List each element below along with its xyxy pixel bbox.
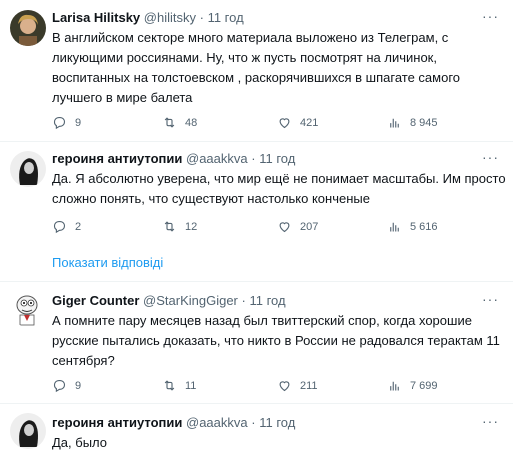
author-handle[interactable]: @aaakkva (186, 415, 248, 430)
tweet-actions: 9 48 421 8 945 (52, 115, 507, 131)
tweet-text: Да, было (52, 435, 108, 450)
retweet-button[interactable]: 12 (162, 219, 197, 234)
author-name[interactable]: героиня антиутопии (52, 151, 182, 166)
more-icon[interactable]: ··· (482, 291, 499, 307)
views-icon (390, 118, 399, 128)
reply-button[interactable]: 9 (52, 115, 81, 130)
author-name[interactable]: Larisa Hilitsky (52, 10, 140, 25)
like-count: 211 (300, 379, 318, 392)
like-button[interactable]: 211 (277, 378, 318, 393)
tweet-text: Да. Я абсолютно уверена, что мир ещё не … (52, 171, 506, 206)
views-count: 7 699 (410, 379, 438, 392)
tweet-header: героиня антиутопии @aaakkva · 11 год ··· (52, 149, 507, 166)
reply-icon (53, 116, 66, 130)
timestamp[interactable]: 11 год (208, 10, 244, 25)
reply-count: 2 (75, 220, 82, 233)
like-count: 207 (300, 220, 319, 233)
tweet-text: В английском секторе много материала выл… (52, 30, 461, 105)
reply-count: 9 (75, 379, 82, 392)
divider (0, 141, 513, 142)
separator-dot: · (241, 293, 246, 308)
author-name[interactable]: Giger Counter (52, 293, 139, 308)
reply-button[interactable]: 2 (52, 219, 81, 234)
divider (0, 281, 513, 282)
retweet-count: 48 (185, 116, 198, 129)
avatar[interactable] (10, 413, 46, 449)
reply-icon (53, 379, 66, 393)
author-handle[interactable]: @StarKingGiger (143, 293, 238, 308)
tweet-actions: 2 12 207 5 616 (52, 219, 507, 235)
retweet-button[interactable]: 11 (162, 378, 196, 393)
views-icon (390, 381, 399, 391)
views-icon (390, 222, 399, 232)
author-name[interactable]: героиня антиутопии (52, 415, 182, 430)
more-icon[interactable]: ··· (482, 149, 499, 165)
like-icon (279, 222, 290, 233)
author-handle[interactable]: @aaakkva (186, 151, 248, 166)
retweet-icon (164, 117, 175, 128)
timestamp[interactable]: 11 год (259, 415, 295, 430)
tweet-header: героиня антиутопии @aaakkva · 11 год ··· (52, 413, 507, 430)
like-button[interactable]: 421 (277, 115, 318, 130)
separator-dot: · (251, 415, 256, 430)
reply-button[interactable]: 9 (52, 378, 81, 393)
like-count: 421 (300, 116, 319, 129)
like-icon (279, 118, 290, 129)
timestamp[interactable]: 11 год (249, 293, 285, 308)
author-handle[interactable]: @hilitsky (144, 10, 196, 25)
reply-count: 9 (75, 116, 82, 129)
tweet-header: Giger Counter @StarKingGiger · 11 год ··… (52, 291, 507, 308)
reply-icon (53, 220, 66, 234)
tweet-text: А помните пару месяцев назад был твиттер… (52, 313, 500, 368)
show-replies-link[interactable]: Показати відповіді (52, 255, 163, 270)
avatar[interactable] (10, 10, 46, 46)
views-count: 8 945 (410, 116, 438, 129)
timestamp[interactable]: 11 год (259, 151, 295, 166)
views-count: 5 616 (410, 220, 438, 233)
like-icon (279, 381, 290, 392)
retweet-count: 12 (185, 220, 198, 233)
like-button[interactable]: 207 (277, 219, 318, 234)
retweet-button[interactable]: 48 (162, 115, 197, 130)
avatar[interactable] (10, 151, 46, 187)
retweet-icon (164, 221, 175, 232)
more-icon[interactable]: ··· (482, 8, 499, 24)
views-button[interactable]: 8 945 (387, 115, 438, 130)
tweet-header: Larisa Hilitsky @hilitsky · 11 год ··· (52, 8, 507, 25)
avatar[interactable] (10, 291, 46, 327)
retweet-icon (164, 380, 175, 391)
more-icon[interactable]: ··· (482, 413, 499, 429)
views-button[interactable]: 7 699 (387, 378, 438, 393)
separator-dot: · (251, 151, 256, 166)
separator-dot: · (199, 10, 204, 25)
divider (0, 403, 513, 404)
tweet-actions: 9 11 211 7 699 (52, 378, 507, 394)
views-button[interactable]: 5 616 (387, 219, 438, 234)
retweet-count: 11 (185, 379, 197, 392)
